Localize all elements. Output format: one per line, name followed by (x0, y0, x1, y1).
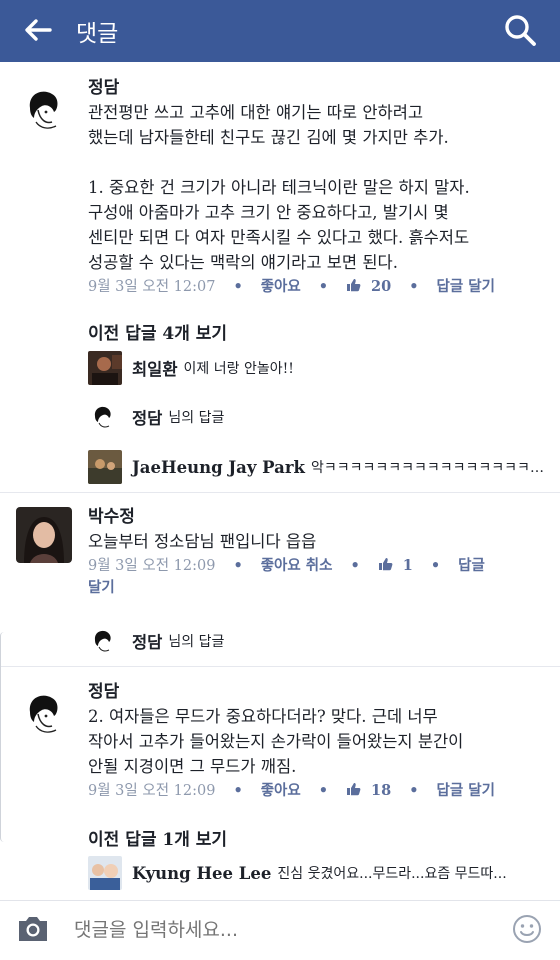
avatar[interactable] (16, 686, 72, 742)
reply-item: JaeHeung Jay Park 악ㅋㅋㅋㅋㅋㅋㅋㅋㅋㅋㅋㅋㅋㅋㅋㅋㅋㅋㅋㅋㅋ… (88, 450, 548, 484)
reply-item: Kyung Hee Lee 진심 웃겼어요...무드라...요즘 무드따... (88, 856, 548, 890)
comment-meta: 9월 3일 오전 12:09 • 좋아요 • 18 • 답글 달기 (88, 780, 548, 802)
avatar[interactable] (88, 626, 118, 656)
thumbs-up-icon (347, 783, 361, 796)
comment-author[interactable]: 정담 (88, 76, 548, 100)
reply-to-header: 정담 님의 답글 (88, 626, 224, 656)
avatar[interactable] (88, 402, 118, 432)
like-count[interactable]: 1 (378, 555, 413, 577)
view-previous-replies[interactable]: 이전 답글 1개 보기 (88, 825, 227, 850)
separator-dot: • (233, 557, 243, 574)
top-app-bar: 댓글 (0, 0, 560, 62)
separator-dot: • (318, 782, 329, 799)
separator-dot: • (430, 557, 441, 574)
avatar[interactable] (16, 507, 72, 563)
separator-dot: • (318, 278, 329, 295)
reply-author[interactable]: 최일환 (132, 356, 178, 380)
comment-meta: 9월 3일 오전 12:07 • 좋아요 • 20 • 답글 달기 (88, 276, 548, 298)
reply-text: 이제 너랑 안놀아!! (183, 361, 294, 377)
reply-to-author[interactable]: 정담 (132, 629, 162, 653)
separator-dot: • (409, 782, 419, 799)
unlike-button[interactable]: 좋아요 취소 (261, 555, 333, 577)
separator-dot: • (350, 557, 360, 574)
avatar[interactable] (16, 82, 72, 138)
reply-to-author[interactable]: 정담 (132, 405, 162, 429)
reply-author[interactable]: JaeHeung Jay Park (132, 458, 305, 477)
reply-to-label: 님의 답글 (168, 634, 225, 650)
reply-to-label: 님의 답글 (168, 410, 225, 426)
comment-time: 9월 3일 오전 12:09 (88, 783, 216, 799)
like-count[interactable]: 20 (346, 276, 391, 298)
comment-time: 9월 3일 오전 12:07 (88, 279, 216, 295)
comment-author[interactable]: 정담 (88, 680, 548, 704)
reply-author[interactable]: Kyung Hee Lee (132, 864, 271, 883)
reply-text: 진심 웃겼어요...무드라...요즘 무드따... (277, 866, 507, 882)
comment-text: 오늘부터 정소담님 팬입니다 읍읍 (88, 532, 317, 551)
comment-meta: 9월 3일 오전 12:09 • 좋아요 취소 • 1 • 답글달기 (88, 555, 548, 599)
divider (0, 492, 560, 493)
comment-time: 9월 3일 오전 12:09 (88, 558, 216, 574)
like-button[interactable]: 좋아요 (261, 780, 301, 802)
thumbs-up-icon (378, 558, 393, 571)
comment-author[interactable]: 박수정 (88, 505, 548, 529)
separator-dot: • (409, 278, 419, 295)
thumbs-up-icon (347, 279, 361, 292)
comment-composer (0, 900, 560, 960)
reply-button-continued[interactable]: 달기 (88, 577, 115, 599)
like-count[interactable]: 18 (346, 780, 391, 802)
comment-text: 관전평만 쓰고 고추에 대한 얘기는 따로 안하려고 했는데 남자들한테 친구도… (88, 103, 470, 272)
avatar[interactable] (88, 351, 122, 385)
scroll-edge-indicator (0, 632, 6, 842)
comment-text: 2. 여자들은 무드가 중요하다더라? 맞다. 근데 너무 작아서 고추가 들어… (88, 707, 464, 776)
reply-text: 악ㅋㅋㅋㅋㅋㅋㅋㅋㅋㅋㅋㅋㅋㅋㅋㅋㅋㅋㅋㅋㅋㅋ... (310, 460, 548, 476)
avatar[interactable] (88, 450, 122, 484)
camera-icon[interactable] (16, 913, 50, 945)
search-icon[interactable] (502, 12, 538, 48)
avatar[interactable] (88, 856, 122, 890)
like-button[interactable]: 좋아요 (261, 276, 301, 298)
back-arrow-icon[interactable] (22, 14, 54, 46)
separator-dot: • (233, 782, 243, 799)
comment-input[interactable] (74, 913, 474, 947)
divider (0, 666, 560, 667)
view-previous-replies[interactable]: 이전 답글 4개 보기 (88, 319, 227, 344)
page-title: 댓글 (76, 21, 119, 47)
reply-button[interactable]: 답글 달기 (437, 780, 495, 802)
separator-dot: • (233, 278, 243, 295)
reply-button[interactable]: 답글 (458, 555, 485, 577)
reply-item: 최일환 이제 너랑 안놀아!! (88, 351, 548, 385)
emoji-icon[interactable] (512, 914, 542, 944)
comments-list: 정담 관전평만 쓰고 고추에 대한 얘기는 따로 안하려고 했는데 남자들한테 … (0, 62, 560, 900)
reply-button[interactable]: 답글 달기 (437, 276, 495, 298)
reply-to-header: 정담 님의 답글 (88, 402, 224, 432)
